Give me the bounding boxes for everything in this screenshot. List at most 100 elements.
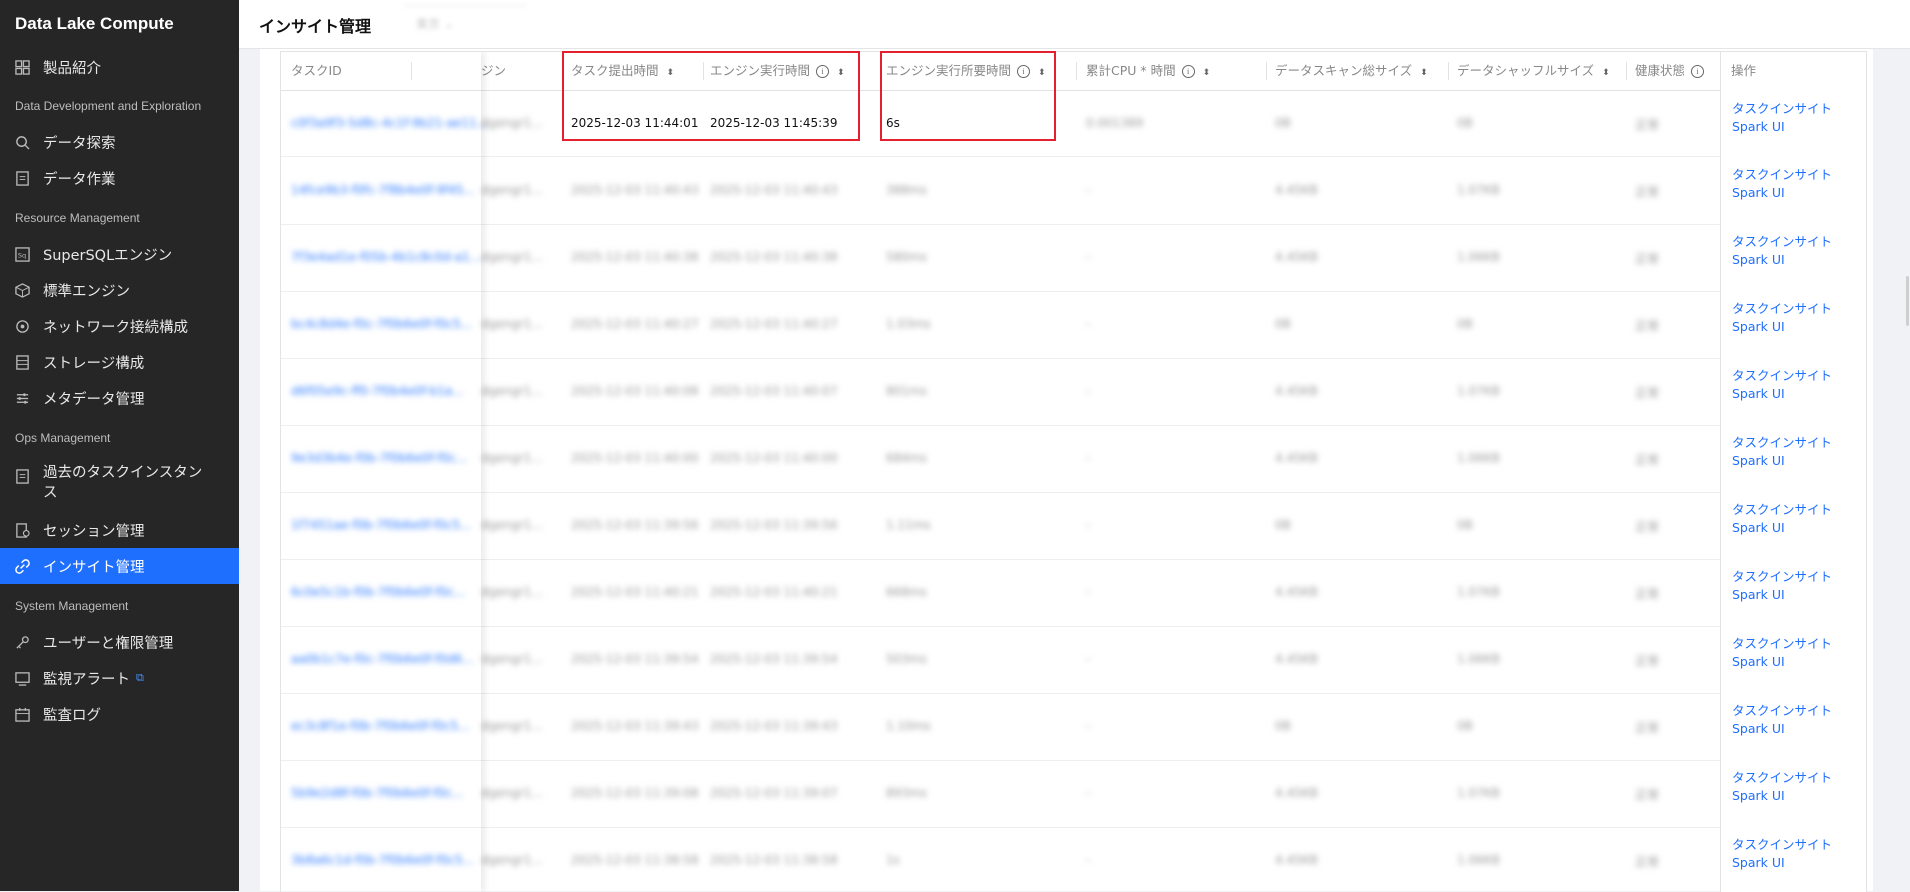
spark-ui-link[interactable]: Spark UI: [1732, 519, 1832, 537]
task-insight-link[interactable]: タスクインサイト: [1732, 233, 1832, 251]
table-row[interactable]: 14fce9b3-f0fc-7f8b4e0f-9f45... dgengr1...…: [281, 157, 1866, 225]
table-row[interactable]: c0f3a9f3-5d8c-4c1f-9b21-ae11... dgengr1..…: [281, 91, 1866, 157]
row-actions: タスクインサイト Spark UI: [1732, 702, 1832, 738]
cell-health: 正常: [1635, 385, 1660, 400]
cell-shuffle: 0B: [1457, 115, 1473, 130]
ops-column: 操作 タスクインサイト Spark UI タスクインサイト Spark UI タスクイン…: [1720, 52, 1866, 892]
cell-cpu: -: [1086, 785, 1091, 800]
cell-engine: dgengr1...: [481, 249, 543, 264]
table-row[interactable]: 3b8a6c1d-f0b-7f0b6e0f-f0c5... dgengr1... 2…: [281, 827, 1866, 892]
sidebar-item-label: 監視アラート: [43, 671, 130, 688]
spark-ui-link[interactable]: Spark UI: [1732, 452, 1832, 470]
cell-scan: 4.45KB: [1275, 852, 1318, 867]
sidebar-item-session[interactable]: セッション管理: [0, 512, 239, 548]
col-shuffle[interactable]: データシャッフルサイズ ⬍: [1457, 52, 1610, 90]
region-select[interactable]: 東京 ⌄: [404, 5, 526, 42]
sidebar-item-label: 製品紹介: [43, 60, 101, 77]
cell-shuffle: 1.07KB: [1457, 383, 1500, 398]
sidebar-item-metadata[interactable]: メタデータ管理: [0, 380, 239, 416]
table-row[interactable]: ec3c8f1e-f0b-7f0b6e0f-f0c5... dgengr1... 2…: [281, 693, 1866, 761]
sidebar-item-storage[interactable]: ストレージ構成: [0, 344, 239, 380]
cell-engine: dgengr1...: [481, 651, 543, 666]
sidebar-item-network[interactable]: ネットワーク接続構成: [0, 308, 239, 344]
section-ops: Ops Management: [15, 431, 111, 445]
spark-ui-link[interactable]: Spark UI: [1732, 653, 1832, 671]
cell-health: 正常: [1635, 854, 1660, 869]
sidebar: Data Lake Compute 製品紹介 Data Development …: [0, 0, 239, 891]
document-icon: [14, 468, 30, 484]
task-insight-link[interactable]: タスクインサイト: [1732, 166, 1832, 184]
sidebar-item-standard-engine[interactable]: 標準エンジン: [0, 272, 239, 308]
sidebar-item-supersql[interactable]: Sq SuperSQLエンジン: [0, 236, 239, 272]
spark-ui-link[interactable]: Spark UI: [1732, 787, 1832, 805]
sidebar-item-data-jobs[interactable]: データ作業: [0, 160, 239, 196]
sidebar-item-label: データ探索: [43, 135, 116, 152]
scrollbar[interactable]: [1906, 276, 1909, 326]
task-insight-link[interactable]: タスクインサイト: [1732, 568, 1832, 586]
table-row[interactable]: 9e3d3b4e-f0b-7f0b6e0f-f0c... dgengr1... 20…: [281, 425, 1866, 493]
spark-ui-link[interactable]: Spark UI: [1732, 318, 1832, 336]
info-icon[interactable]: i: [1181, 65, 1195, 78]
task-insight-link[interactable]: タスクインサイト: [1732, 635, 1832, 653]
table-row[interactable]: 5b9e2d8f-f0b-7f0b6e0f-f0c... dgengr1... 20…: [281, 760, 1866, 828]
table-row[interactable]: aa0b1c7e-f0c-7f0b6e0f-f0d6... dgengr1... 2…: [281, 626, 1866, 694]
table-row[interactable]: 7f3e4ad1e-f05b-4b1c8c0d-a1... dgengr1... 2…: [281, 224, 1866, 292]
sliders-icon: [14, 390, 30, 406]
table-row[interactable]: d6f05e9c-ff0-7f0b4e0f-b1a... dgengr1... 20…: [281, 358, 1866, 426]
sidebar-item-insight[interactable]: インサイト管理: [0, 548, 239, 584]
section-resource: Resource Management: [15, 211, 140, 225]
spark-ui-link[interactable]: Spark UI: [1732, 720, 1832, 738]
sort-icon[interactable]: ⬍: [1602, 68, 1610, 78]
task-insight-link[interactable]: タスクインサイト: [1732, 836, 1832, 854]
info-icon[interactable]: i: [1691, 65, 1705, 78]
task-insight-link[interactable]: タスクインサイト: [1732, 501, 1832, 519]
spark-ui-link[interactable]: Spark UI: [1732, 854, 1832, 872]
section-dev: Data Development and Exploration: [15, 99, 202, 113]
key-icon: [14, 634, 30, 650]
cell-submit: 2025-12-03 11:40:38: [571, 249, 699, 264]
sidebar-item-audit[interactable]: 監査ログ: [0, 696, 239, 732]
col-scan[interactable]: データスキャン総サイズ ⬍: [1275, 52, 1428, 90]
cell-cpu: -: [1086, 316, 1091, 331]
cell-cpu: -: [1086, 249, 1091, 264]
sidebar-item-alerts[interactable]: 監視アラート ⧉: [0, 660, 239, 696]
spark-ui-link[interactable]: Spark UI: [1732, 586, 1832, 604]
sidebar-item-data-explore[interactable]: データ探索: [0, 124, 239, 160]
task-insight-link[interactable]: タスクインサイト: [1732, 434, 1832, 452]
cell-engine: dgengr1...: [481, 115, 543, 130]
task-insight-link[interactable]: タスクインサイト: [1732, 367, 1832, 385]
task-insight-link[interactable]: タスクインサイト: [1732, 769, 1832, 787]
sort-icon[interactable]: ⬍: [1420, 68, 1428, 78]
task-insight-link[interactable]: タスクインサイト: [1732, 702, 1832, 720]
table-row[interactable]: bc4c8d4e-f0c-7f0b6e0f-f0c5... dgengr1... 2…: [281, 291, 1866, 359]
table-row[interactable]: 1f7451ae-f0b-7f0b6e0f-f0c5... dgengr1... 2…: [281, 492, 1866, 560]
spark-ui-link[interactable]: Spark UI: [1732, 184, 1832, 202]
spark-ui-link[interactable]: Spark UI: [1732, 251, 1832, 269]
cell-dur: 580ms: [886, 249, 927, 264]
cell-shuffle: 1.07KB: [1457, 785, 1500, 800]
sidebar-item-label: 監査ログ: [43, 707, 101, 724]
sidebar-item-users[interactable]: ユーザーと権限管理: [0, 624, 239, 660]
row-actions: タスクインサイト Spark UI: [1732, 501, 1832, 537]
svg-text:Sq: Sq: [17, 251, 25, 259]
cell-cpu: -: [1086, 182, 1091, 197]
search-icon: [14, 134, 30, 150]
cell-scan: 4.45KB: [1275, 450, 1318, 465]
sort-icon[interactable]: ⬍: [1203, 68, 1211, 78]
task-insight-link[interactable]: タスクインサイト: [1732, 300, 1832, 318]
spark-ui-link[interactable]: Spark UI: [1732, 118, 1832, 136]
cell-dur: 668ms: [886, 584, 927, 599]
spark-ui-link[interactable]: Spark UI: [1732, 385, 1832, 403]
task-insight-link[interactable]: タスクインサイト: [1732, 100, 1832, 118]
cell-shuffle: 1.07KB: [1457, 584, 1500, 599]
cell-scan: 0B: [1275, 115, 1291, 130]
cell-cpu: -: [1086, 584, 1091, 599]
sidebar-item-product-intro[interactable]: 製品紹介: [0, 49, 239, 85]
cell-scan: 4.45KB: [1275, 785, 1318, 800]
cell-engine: dgengr1...: [481, 852, 543, 867]
table-row[interactable]: 6c0e5c1b-f0b-7f0b6e0f-f0c... dgengr1... 20…: [281, 559, 1866, 627]
sidebar-item-history[interactable]: 過去のタスクインスタンス: [0, 463, 239, 507]
col-cpu[interactable]: 累計CPU * 時間 i ⬍: [1086, 52, 1210, 90]
cell-dur: 1.11ms: [886, 517, 931, 532]
cell-scan: 4.45KB: [1275, 651, 1318, 666]
